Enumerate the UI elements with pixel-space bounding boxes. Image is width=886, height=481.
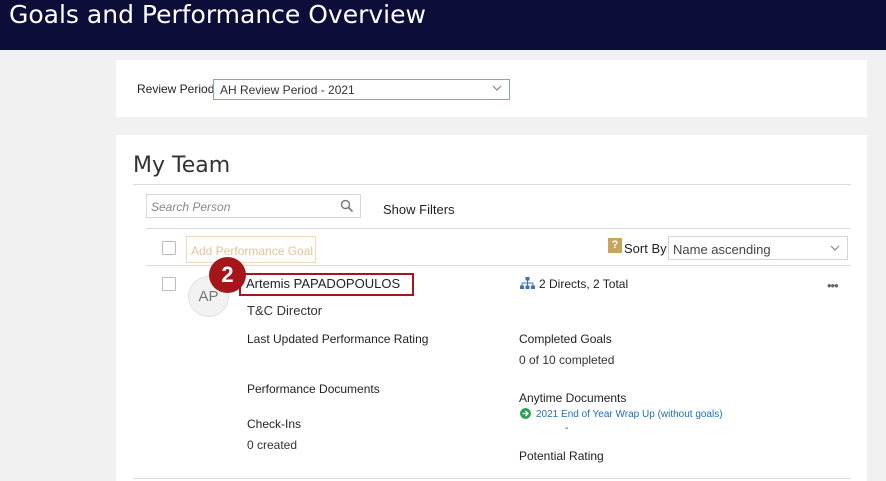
completed-goals-label: Completed Goals [519, 332, 612, 346]
sort-by-label: Sort By [624, 241, 667, 256]
anytime-document-extra: - [565, 423, 569, 434]
job-title: T&C Director [247, 303, 323, 318]
page-header: Goals and Performance Overview [0, 0, 886, 50]
performance-documents-label: Performance Documents [247, 382, 380, 396]
sort-by-select[interactable]: Name ascending [668, 236, 848, 260]
step-badge: 2 [209, 257, 246, 293]
directs-link[interactable]: 2 Directs, 2 Total [539, 277, 628, 291]
divider [133, 184, 851, 185]
search-placeholder: Search Person [151, 200, 231, 214]
review-period-select[interactable]: AH Review Period - 2021 [213, 79, 510, 100]
check-ins-label: Check-Ins [247, 417, 302, 431]
more-actions-icon[interactable]: ••• [827, 278, 839, 293]
section-title: My Team [133, 153, 231, 178]
page-title: Goals and Performance Overview [9, 0, 426, 29]
review-period-card: Review Period AH Review Period - 2021 [116, 60, 867, 117]
arrow-right-icon [520, 408, 531, 419]
help-icon[interactable]: ? [608, 238, 622, 253]
last-rating-label: Last Updated Performance Rating [247, 332, 429, 346]
sort-by-value: Name ascending [673, 242, 771, 257]
divider [146, 265, 851, 266]
show-filters-link[interactable]: Show Filters [383, 202, 455, 217]
review-period-label: Review Period [137, 82, 215, 96]
anytime-document-link[interactable]: 2021 End of Year Wrap Up (without goals) [536, 409, 723, 420]
anytime-documents-label: Anytime Documents [519, 391, 627, 405]
my-team-card: My Team Search Person Show Filters Add P… [116, 135, 867, 481]
review-period-value: AH Review Period - 2021 [220, 83, 355, 97]
chevron-down-icon [492, 85, 502, 91]
chevron-down-icon [830, 245, 840, 251]
row-checkbox[interactable] [162, 277, 176, 291]
select-all-checkbox[interactable] [162, 241, 176, 255]
divider [133, 478, 851, 479]
divider [146, 228, 851, 229]
add-performance-goal-button[interactable]: Add Performance Goal [186, 236, 316, 263]
person-name-link[interactable]: Artemis PAPADOPOULOS [246, 276, 400, 291]
search-icon[interactable] [340, 199, 354, 213]
org-chart-icon [520, 277, 535, 289]
potential-rating-label: Potential Rating [519, 449, 604, 463]
search-input[interactable]: Search Person [146, 194, 361, 218]
completed-goals-value[interactable]: 0 of 10 completed [519, 353, 614, 367]
check-ins-value[interactable]: 0 created [247, 438, 297, 452]
